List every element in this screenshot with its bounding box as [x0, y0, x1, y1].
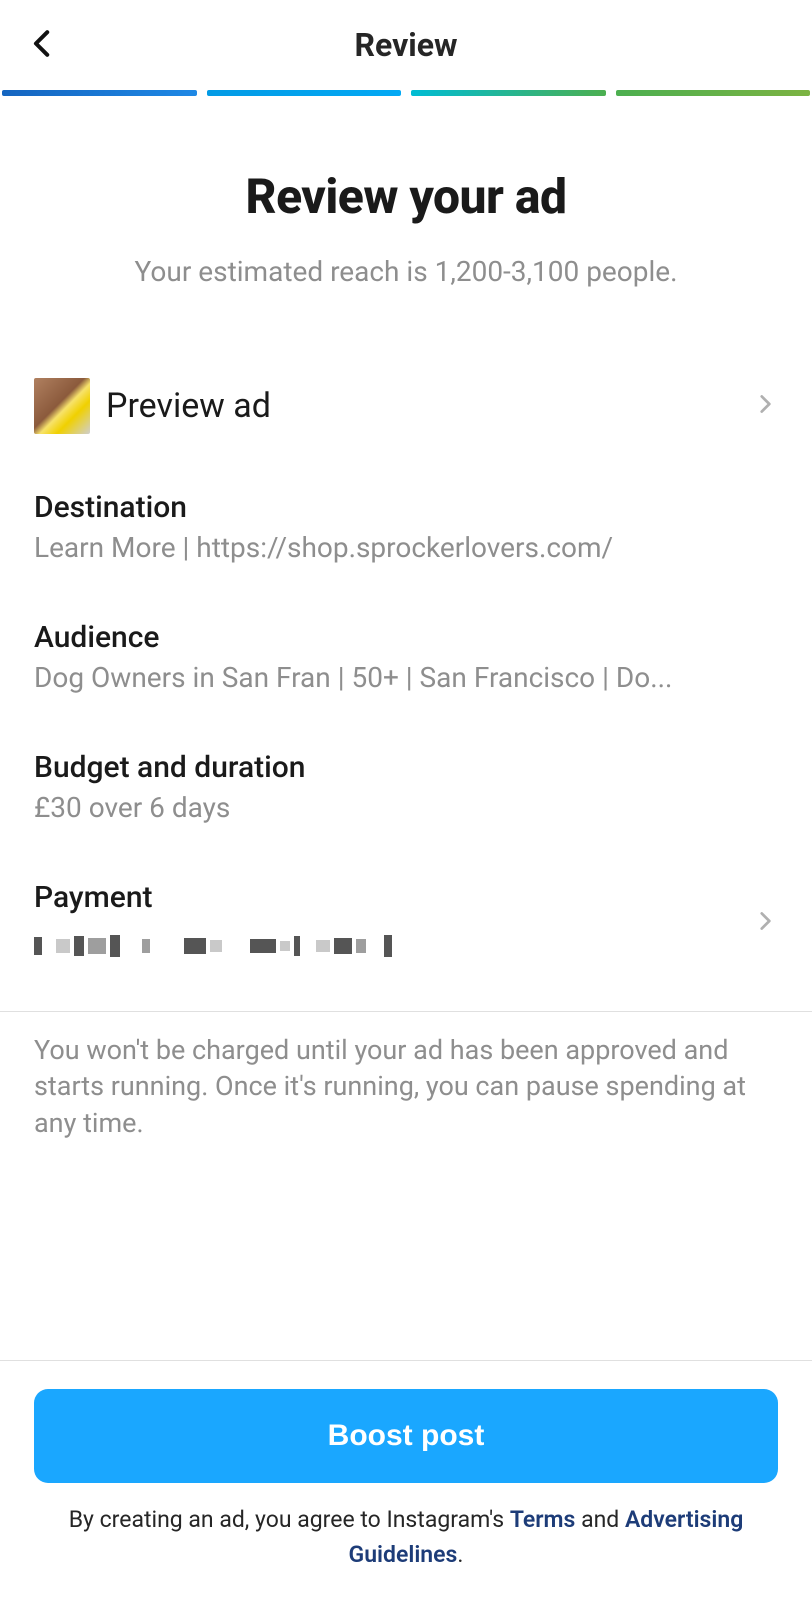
audience-section: Audience Dog Owners in San Fran | 50+ | …: [0, 620, 812, 694]
boost-post-button[interactable]: Boost post: [34, 1389, 778, 1483]
budget-value: £30 over 6 days: [34, 791, 778, 824]
payment-redacted: [34, 929, 494, 963]
agreement-text: By creating an ad, you agree to Instagra…: [34, 1503, 778, 1572]
payment-row[interactable]: Payment: [0, 880, 812, 963]
destination-section: Destination Learn More | https://shop.sp…: [0, 490, 812, 564]
footer: Boost post By creating an ad, you agree …: [0, 1360, 812, 1600]
budget-title: Budget and duration: [34, 750, 778, 785]
agree-suffix: .: [457, 1541, 463, 1568]
audience-value: Dog Owners in San Fran | 50+ | San Franc…: [34, 661, 778, 694]
ad-thumbnail: [34, 378, 90, 434]
charge-disclaimer: You won't be charged until your ad has b…: [0, 1012, 812, 1141]
page-title: Review: [354, 26, 457, 64]
preview-ad-label: Preview ad: [106, 386, 736, 426]
chevron-right-icon: [752, 908, 778, 938]
intro: Review your ad Your estimated reach is 1…: [0, 96, 812, 288]
payment-title: Payment: [34, 880, 752, 915]
preview-ad-row[interactable]: Preview ad: [0, 378, 812, 434]
back-button[interactable]: [18, 19, 68, 72]
chevron-right-icon: [752, 391, 778, 421]
header: Review: [0, 0, 812, 90]
agree-prefix: By creating an ad, you agree to Instagra…: [69, 1506, 510, 1533]
terms-link[interactable]: Terms: [510, 1506, 576, 1533]
agree-mid: and: [575, 1506, 625, 1533]
budget-section: Budget and duration £30 over 6 days: [0, 750, 812, 824]
estimated-reach: Your estimated reach is 1,200-3,100 peop…: [30, 255, 782, 288]
intro-heading: Review your ad: [30, 168, 782, 225]
chevron-left-icon: [26, 27, 60, 61]
destination-title: Destination: [34, 490, 778, 525]
audience-title: Audience: [34, 620, 778, 655]
destination-value: Learn More | https://shop.sprockerlovers…: [34, 531, 778, 564]
